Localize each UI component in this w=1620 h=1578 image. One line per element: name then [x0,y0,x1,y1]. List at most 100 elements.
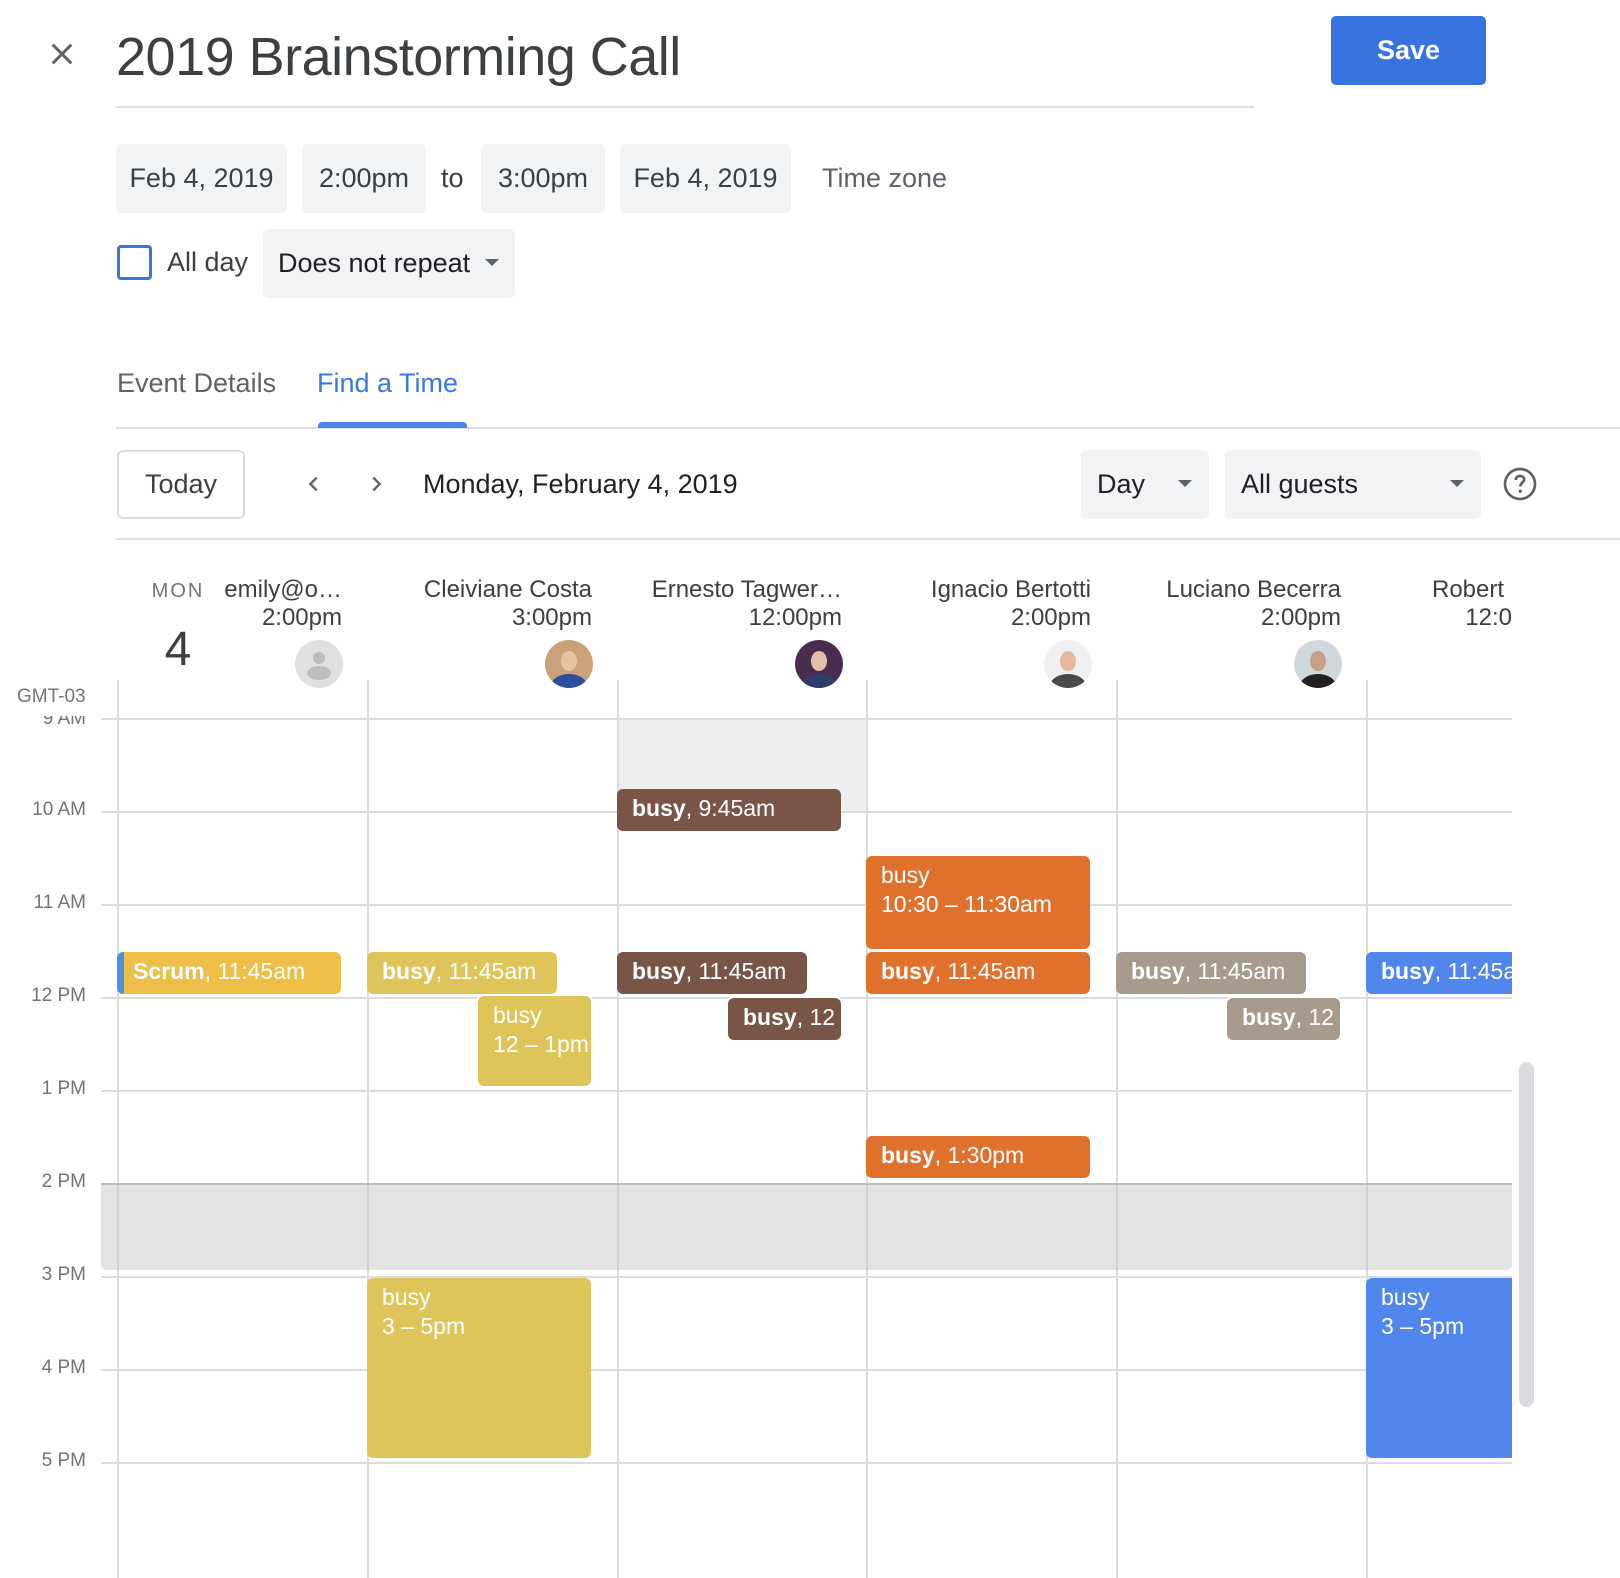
tab-event-details[interactable]: Event Details [117,368,276,399]
event-time: 10:30 – 11:30am [881,890,1052,917]
event-time: 9:45am [698,795,776,821]
busy-event[interactable]: busy, 9:45am [617,789,841,831]
guest-name: Ernesto Tagwer… 12:00pm [612,576,842,632]
end-time-picker[interactable]: 3:00pm [481,144,605,213]
event-separator: , [204,957,218,984]
guest-local-time: 3:00pm [511,604,592,631]
hour-label: 3 PM [41,1264,86,1285]
column-divider [1116,680,1118,1578]
hour-label: 9 AM [42,716,86,729]
event-title: busy [743,1004,797,1030]
event-separator: , [435,957,449,984]
event-time: 11:45a [1447,957,1512,984]
caret-down-icon [1450,480,1464,487]
busy-event[interactable]: busy, 12 [1227,998,1340,1040]
hour-gridline [101,1090,1512,1092]
event-title-input[interactable]: 2019 Brainstorming Call [116,26,681,88]
event-title: busy [382,1284,431,1310]
start-time-picker[interactable]: 2:00pm [302,144,426,213]
help-button[interactable] [1500,464,1540,504]
close-button[interactable] [40,32,84,76]
hour-label: 2 PM [41,1171,86,1192]
event-title: busy [493,1002,542,1028]
busy-event[interactable]: busy, 11:45am [866,951,1090,994]
event-separator: , [934,957,948,984]
proposed-time-slot[interactable] [101,1183,1512,1270]
end-date-picker[interactable]: Feb 4, 2019 [620,144,791,213]
busy-event[interactable]: busy 12 – 1pm [478,996,591,1086]
busy-event[interactable]: busy, 11:45am [1116,951,1306,994]
current-date-label: Monday, February 4, 2019 [423,468,738,499]
hour-label: 1 PM [41,1078,86,1099]
hour-label: 12 PM [31,985,86,1006]
all-day-label: All day [167,247,249,277]
hour-label: 10 AM [32,799,86,820]
guest-local-time: 2:00pm [1010,604,1091,631]
all-day-checkbox[interactable] [117,245,152,280]
guest-name: Cleiviane Costa 3:00pm [362,576,592,632]
event-time: 11:45am [1197,957,1286,984]
next-day-button[interactable] [354,462,398,506]
guest-name-text: Ernesto Tagwer… [651,576,842,603]
hour-gridline [101,1276,1512,1278]
hour-gridline [101,1462,1512,1464]
event-separator: , [1295,1004,1309,1030]
event-separator: , [796,1004,810,1030]
schedule-grid[interactable]: 9 AM 10 AM 11 AM 12 PM 1 PM 2 PM 3 PM 4 PM 5 PM S… [0,680,1620,1578]
busy-event[interactable]: busy 3 – 5pm [367,1278,591,1458]
busy-event[interactable]: busy 10:30 – 11:30am [866,855,1090,949]
guest-name: Ignacio Bertotti 2:00pm [861,576,1091,632]
busy-event[interactable]: busy, 1:30pm [866,1135,1090,1178]
chevron-right-icon [372,476,382,492]
active-tab-indicator [318,422,467,428]
guest-name-text: Ignacio Bertotti [930,576,1091,603]
column-divider [866,680,868,1578]
guest-name-text: Luciano Becerra [1166,576,1341,603]
time-zone-button[interactable]: Time zone [822,144,947,213]
guests-filter-dropdown[interactable]: All guests [1225,450,1481,519]
hour-label: 4 PM [41,1357,86,1378]
event-separator: , [934,1141,948,1168]
busy-event[interactable]: Scrum, 11:45am [117,951,341,994]
repeat-dropdown[interactable]: Does not repeat [263,229,515,298]
event-time: 12 [1308,1004,1335,1030]
vertical-scrollbar[interactable] [1519,1062,1534,1407]
event-title: Scrum [133,957,205,984]
event-time: 11:45am [448,957,537,984]
event-title: busy [881,861,930,888]
event-separator: , [685,957,699,984]
event-title: busy [632,957,686,984]
busy-event[interactable]: busy 3 – 5pm [1366,1278,1512,1458]
event-separator: , [685,795,699,821]
repeat-value: Does not repeat [278,248,471,278]
hour-gridline [101,904,1512,906]
event-title: busy [1381,1284,1430,1310]
busy-event[interactable]: busy, 11:45am [617,951,807,994]
guest-name: emily@o… 2:00pm [112,576,342,632]
guest-local-time: 2:00pm [261,604,342,631]
guest-name: Luciano Becerra 2:00pm [1111,576,1341,632]
guest-local-time: 12:0 [1465,604,1512,631]
event-time: 1:30pm [947,1141,1025,1168]
hour-gridline [101,718,1512,720]
event-title: busy [1242,1004,1296,1030]
start-date-picker[interactable]: Feb 4, 2019 [116,144,287,213]
busy-event[interactable]: busy, 11:45am [367,951,557,994]
to-label: to [441,163,464,193]
save-button[interactable]: Save [1331,16,1486,85]
hour-label: 5 PM [41,1450,86,1471]
title-underline [116,106,1254,108]
view-dropdown[interactable]: Day [1081,450,1209,519]
view-value: Day [1097,469,1146,499]
busy-event[interactable]: busy, 11:45a [1366,951,1512,994]
busy-event[interactable]: busy, 12 [728,998,841,1040]
event-time: 3 – 5pm [382,1313,466,1339]
guest-name: Robert Dor12:0 [1376,576,1512,632]
guest-local-time: 2:00pm [1260,604,1341,631]
toolbar-divider [116,538,1620,540]
previous-day-button[interactable] [292,462,336,506]
today-button[interactable]: Today [117,450,245,519]
event-time: 3 – 5pm [1381,1313,1465,1339]
tab-find-a-time[interactable]: Find a Time [317,368,458,399]
caret-down-icon [485,259,499,266]
